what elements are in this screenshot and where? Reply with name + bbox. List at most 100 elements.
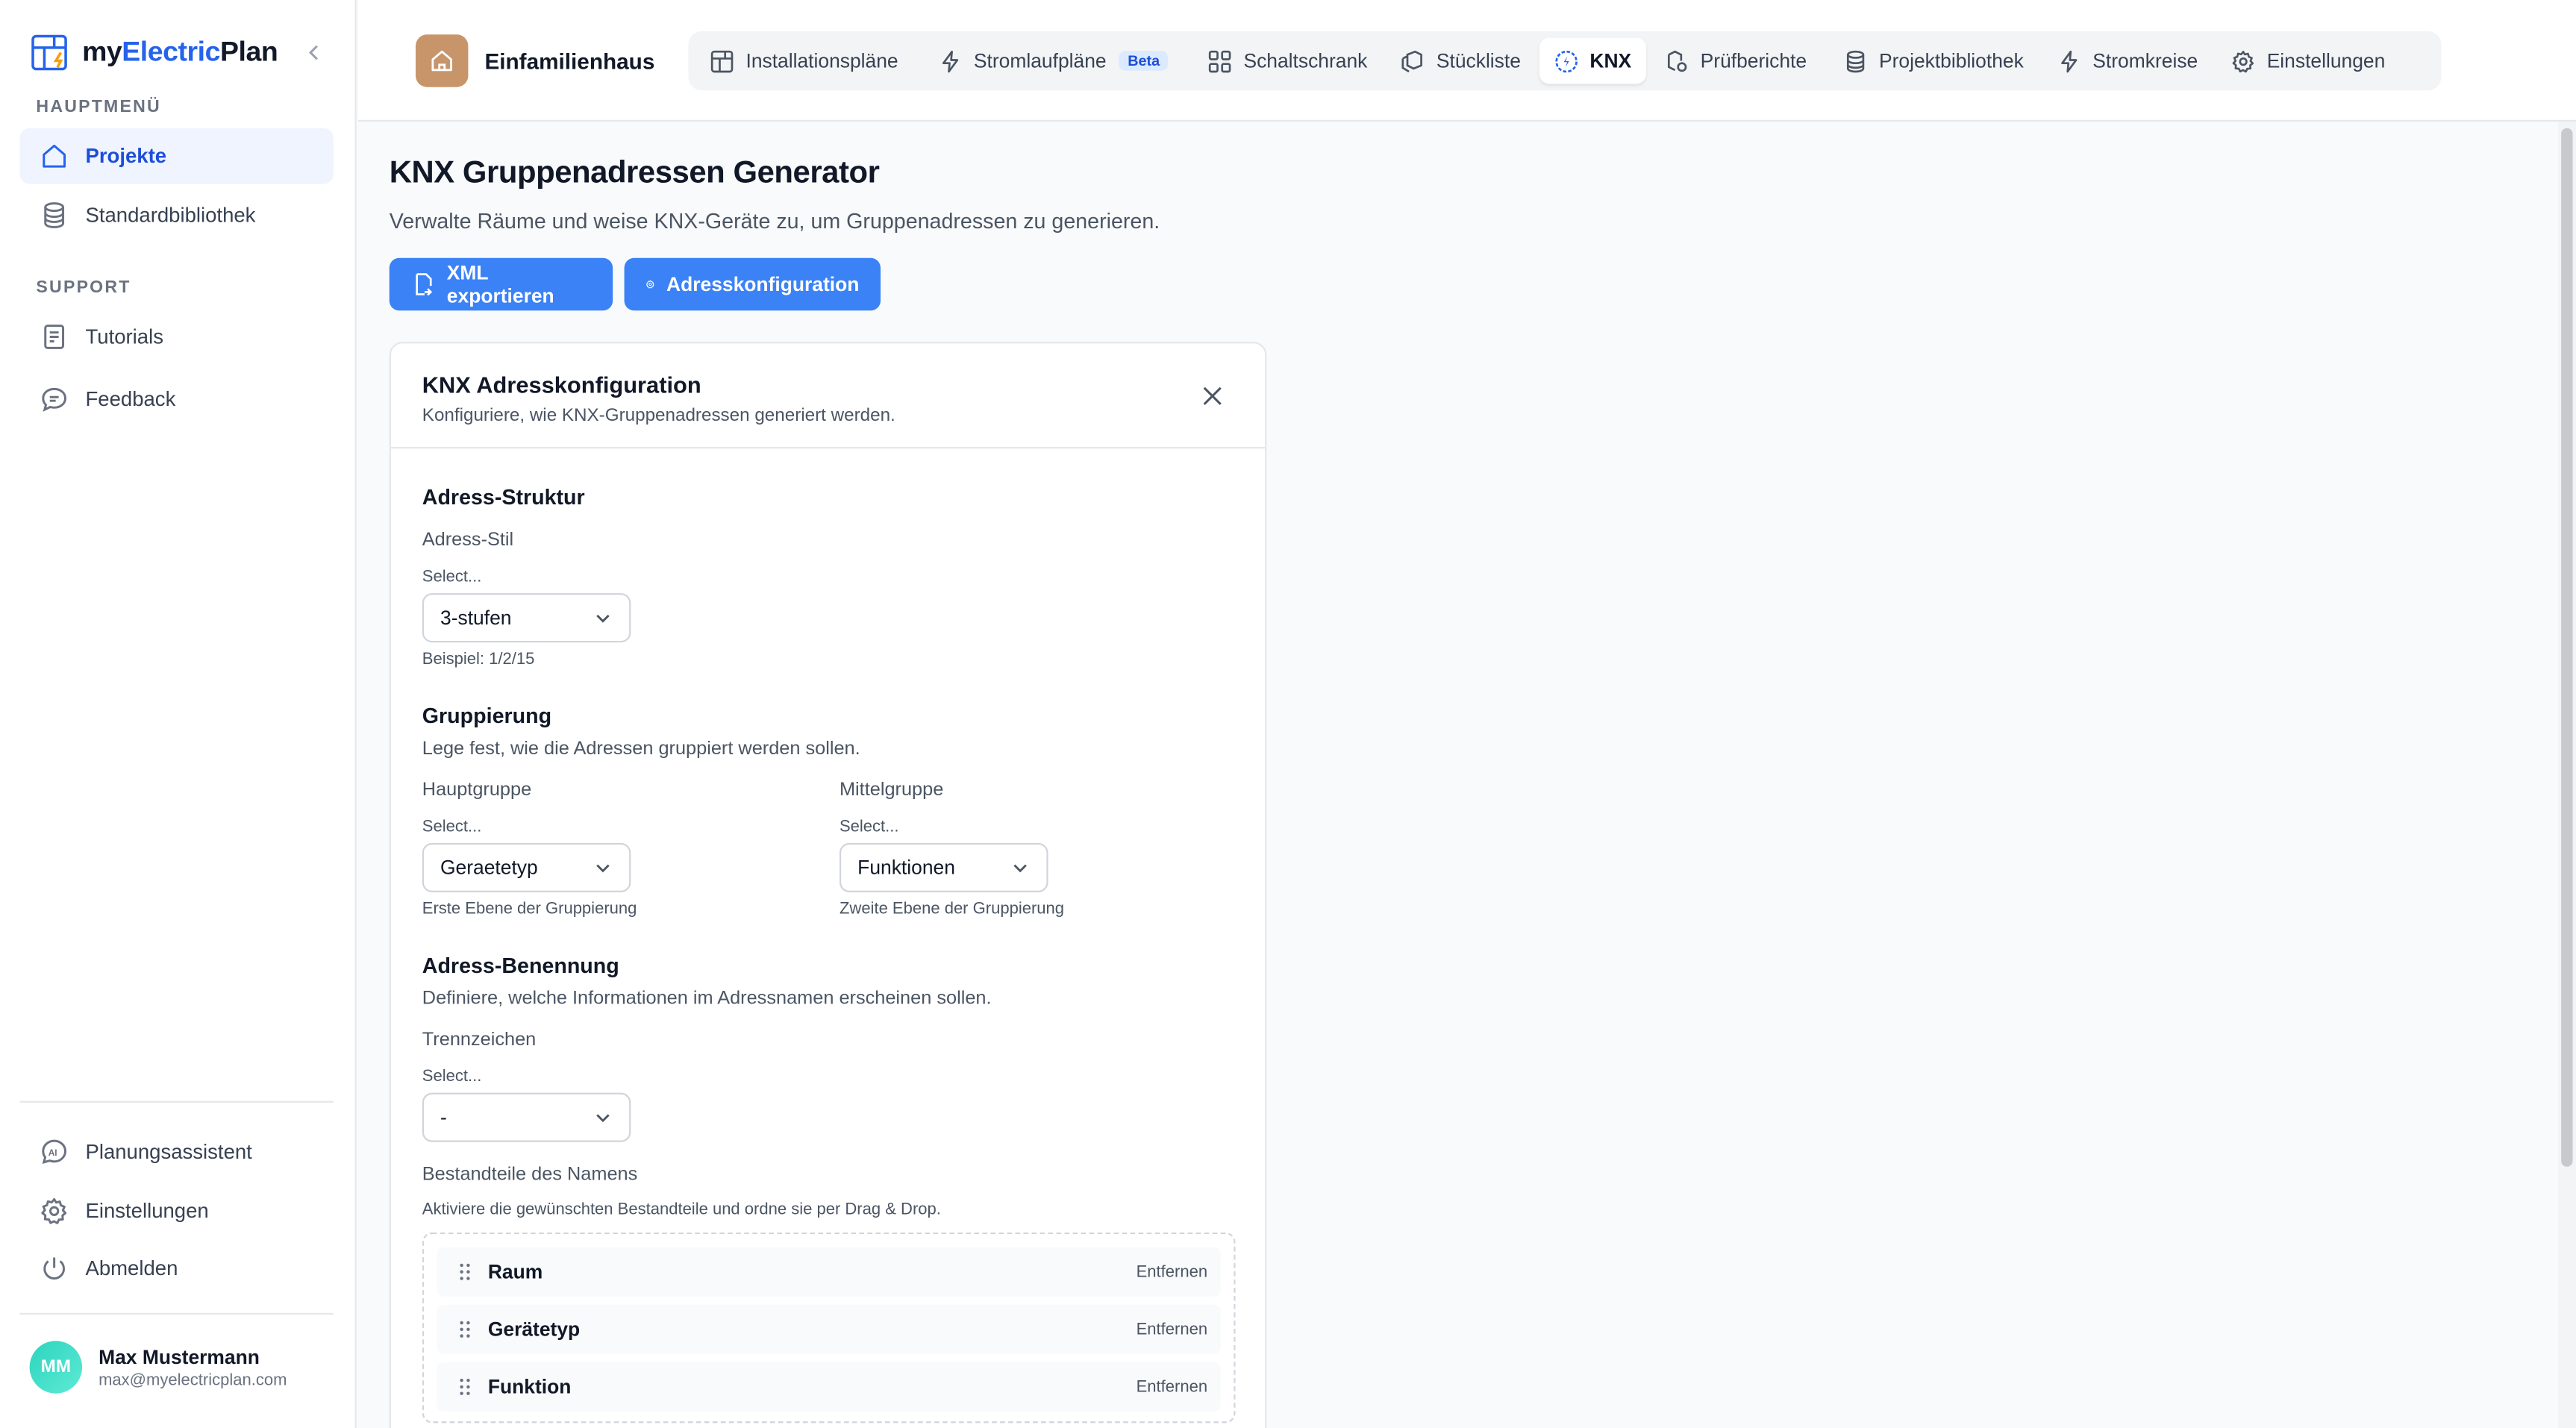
drag-handle-icon[interactable] xyxy=(457,1262,473,1282)
tab-label: Stückliste xyxy=(1436,49,1521,72)
tab-knx[interactable]: KNX xyxy=(1539,37,1647,84)
name-parts-dropzone: Raum Entfernen Gerätetyp Entfernen Funkt… xyxy=(422,1232,1236,1424)
close-icon[interactable] xyxy=(1199,383,1225,409)
grouping-description: Lege fest, wie die Adressen gruppiert we… xyxy=(422,739,860,760)
tab-label: Einstellungen xyxy=(2266,49,2386,72)
scrollbar-thumb[interactable] xyxy=(2561,128,2573,1167)
sidebar-item-standardbibliothek[interactable]: Standardbibliothek xyxy=(19,187,333,243)
bolt-icon xyxy=(942,49,958,72)
export-file-icon xyxy=(416,273,433,296)
gear-icon xyxy=(645,280,654,289)
chevron-down-icon xyxy=(596,1114,610,1123)
name-part-item[interactable]: Raum Entfernen xyxy=(437,1247,1221,1297)
tab-label: KNX xyxy=(1589,49,1632,72)
tab-projektbibliothek[interactable]: Projektbibliothek xyxy=(1828,38,2039,84)
xml-export-button[interactable]: XML exportieren xyxy=(389,257,613,311)
project-switcher[interactable]: Einfamilienhaus xyxy=(415,34,655,87)
sidebar-item-tutorials[interactable]: Tutorials xyxy=(19,309,333,365)
app-name: myElectricPlan xyxy=(82,36,278,68)
main-group-select[interactable]: Geraetetyp xyxy=(422,842,631,892)
middle-group-select[interactable]: Funktionen xyxy=(839,842,1048,892)
sidebar-divider xyxy=(19,1312,334,1315)
boxes-icon xyxy=(1402,49,1423,72)
address-style-select[interactable]: 3-stufen xyxy=(422,593,631,643)
address-style-hint: Select... xyxy=(422,569,482,587)
name-part-label: Funktion xyxy=(487,1375,572,1399)
panel-title: KNX Adresskonfiguration xyxy=(422,371,701,398)
page-title: KNX Gruppenadressen Generator xyxy=(389,156,880,191)
chevron-down-icon xyxy=(596,614,610,623)
beta-badge: Beta xyxy=(1119,51,1169,71)
name-part-item[interactable]: Funktion Entfernen xyxy=(437,1362,1221,1412)
tab-stromkreise[interactable]: Stromkreise xyxy=(2042,38,2213,84)
user-profile[interactable]: MM Max Mustermann max@myelectricplan.com xyxy=(29,1341,287,1394)
sidebar-item-abmelden[interactable]: Abmelden xyxy=(19,1241,333,1297)
collapse-sidebar-icon[interactable] xyxy=(301,40,327,66)
user-name: Max Mustermann xyxy=(99,1344,260,1368)
address-style-example: Beispiel: 1/2/15 xyxy=(422,651,535,669)
middle-group-hint: Select... xyxy=(839,818,899,837)
tab-stromlaufplaene[interactable]: Stromlaufpläne Beta xyxy=(923,38,1183,84)
tab-label: Stromlaufpläne xyxy=(973,49,1107,72)
project-name: Einfamilienhaus xyxy=(484,48,655,74)
sidebar-item-feedback[interactable]: Feedback xyxy=(19,372,333,428)
naming-heading: Adress-Benennung xyxy=(422,953,619,978)
top-bar: Einfamilienhaus Installationspläne Strom… xyxy=(357,0,2576,122)
brand[interactable]: myElectricPlan xyxy=(30,33,278,72)
home-icon xyxy=(431,50,452,72)
tab-installationsplaene[interactable]: Installationspläne xyxy=(695,38,913,84)
book-icon xyxy=(44,325,65,349)
select-value: - xyxy=(440,1106,447,1130)
name-part-item[interactable]: Gerätetyp Entfernen xyxy=(437,1304,1221,1354)
middle-group-label: Mittelgruppe xyxy=(839,780,944,801)
tab-label: Stromkreise xyxy=(2092,49,2198,72)
svg-text:AI: AI xyxy=(49,1147,57,1158)
panel-header: KNX Adresskonfiguration Konfiguriere, wi… xyxy=(390,343,1266,449)
database-icon xyxy=(44,202,65,228)
home-icon xyxy=(43,144,66,168)
user-email: max@myelectricplan.com xyxy=(99,1371,287,1390)
tab-einstellungen[interactable]: Einstellungen xyxy=(2216,38,2400,84)
database-icon xyxy=(1846,49,1864,72)
remove-part-button[interactable]: Entfernen xyxy=(1137,1378,1207,1396)
page-subtitle: Verwalte Räume und weise KNX-Geräte zu, … xyxy=(389,208,1160,234)
sidebar-item-label: Projekte xyxy=(85,144,167,168)
separator-select[interactable]: - xyxy=(422,1092,631,1142)
tab-schaltschrank[interactable]: Schaltschrank xyxy=(1192,38,1382,84)
message-icon xyxy=(42,387,66,412)
knx-icon xyxy=(1554,49,1578,72)
name-part-label: Raum xyxy=(487,1260,543,1284)
drag-handle-icon[interactable] xyxy=(457,1320,473,1339)
button-label: Adresskonfiguration xyxy=(666,272,860,296)
sidebar-divider xyxy=(19,1100,334,1103)
ai-icon: AI xyxy=(42,1139,66,1164)
gear-icon xyxy=(2232,49,2254,72)
remove-part-button[interactable]: Entfernen xyxy=(1137,1321,1207,1338)
sidebar-item-einstellungen[interactable]: Einstellungen xyxy=(19,1183,333,1239)
select-value: Funktionen xyxy=(857,856,955,880)
bolt-icon xyxy=(2060,49,2078,72)
sidebar-item-label: Einstellungen xyxy=(85,1199,209,1223)
tab-label: Installationspläne xyxy=(745,49,898,72)
select-value: 3-stufen xyxy=(440,606,512,630)
chevron-down-icon xyxy=(1013,864,1027,873)
main-menu-heading: HAUPTMENÜ xyxy=(36,96,161,117)
remove-part-button[interactable]: Entfernen xyxy=(1137,1263,1207,1281)
page-scrollbar[interactable] xyxy=(2557,121,2576,1428)
report-icon xyxy=(1668,49,1687,72)
tab-pruefberichte[interactable]: Prüfberichte xyxy=(1649,38,1822,84)
grid-icon xyxy=(1208,49,1231,72)
tab-stueckliste[interactable]: Stückliste xyxy=(1386,38,1536,84)
sidebar-item-projekte[interactable]: Projekte xyxy=(19,128,334,184)
project-icon xyxy=(415,34,469,87)
sidebar-item-label: Abmelden xyxy=(85,1256,178,1280)
drag-handle-icon[interactable] xyxy=(457,1377,473,1397)
address-config-button[interactable]: Adresskonfiguration xyxy=(624,257,881,311)
separator-label: Trennzeichen xyxy=(422,1030,537,1050)
name-parts-help: Aktiviere die gewünschten Bestandteile u… xyxy=(422,1201,941,1220)
gear-icon xyxy=(41,1197,67,1224)
structure-heading: Adress-Struktur xyxy=(422,484,585,510)
project-tabs: Installationspläne Stromlaufpläne Beta S… xyxy=(688,31,2442,91)
sidebar-item-planungsassistent[interactable]: AI Planungsassistent xyxy=(19,1124,333,1180)
panel-subtitle: Konfiguriere, wie KNX-Gruppenadressen ge… xyxy=(422,406,895,426)
